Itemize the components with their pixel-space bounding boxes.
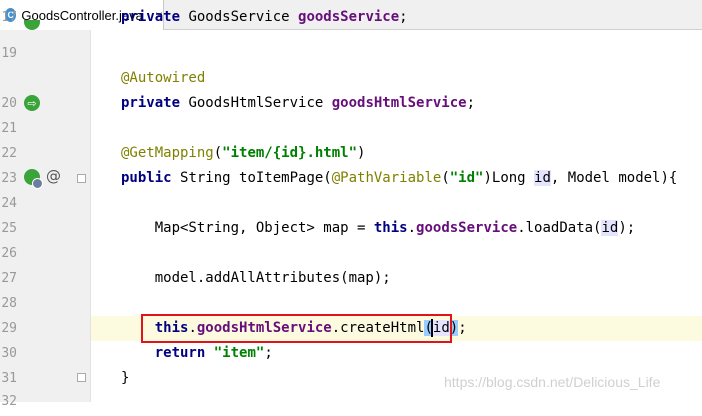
code-token: "item" bbox=[213, 345, 265, 361]
code-line[interactable]: 19 bbox=[0, 41, 702, 66]
code-token: private bbox=[121, 9, 189, 25]
code-token: ; bbox=[399, 9, 408, 25]
line-number: 31 bbox=[1, 371, 17, 386]
code-token: ); bbox=[618, 220, 636, 236]
code-token: public bbox=[121, 170, 181, 186]
line-number: 17 bbox=[1, 10, 17, 25]
line-number: 28 bbox=[1, 296, 17, 311]
code-token: return bbox=[154, 345, 214, 361]
code-token: "item/{id}.html" bbox=[222, 145, 358, 161]
code-text: return "item"; bbox=[121, 341, 273, 366]
code-token: ( bbox=[441, 170, 450, 186]
line-number: 26 bbox=[1, 246, 17, 261]
code-line[interactable]: 24 bbox=[0, 191, 702, 216]
code-line[interactable]: 23 public String toItemPage(@PathVariable… bbox=[0, 166, 702, 191]
line-number: 21 bbox=[1, 121, 17, 136]
code-text: @GetMapping("item/{id}.html") bbox=[121, 141, 365, 166]
code-token: , Model model){ bbox=[550, 170, 678, 186]
code-token: ; bbox=[264, 345, 273, 361]
code-line[interactable]: 20 private GoodsHtmlService goodsHtmlServ… bbox=[0, 91, 702, 116]
code-text: private GoodsService goodsService; bbox=[121, 5, 408, 30]
code-token: @PathVariable bbox=[331, 170, 442, 186]
line-number: 29 bbox=[1, 321, 17, 336]
code-token: ( bbox=[213, 145, 223, 161]
code-token: String toItemPage( bbox=[180, 170, 332, 186]
line-number: 22 bbox=[1, 146, 17, 161]
code-line[interactable]: 28 bbox=[0, 291, 702, 316]
code-line[interactable]: 21 bbox=[0, 116, 702, 141]
code-text: Map<String, Object> map = this.goodsServ… bbox=[121, 216, 635, 241]
fold-marker-icon[interactable] bbox=[77, 174, 86, 183]
implementation-icon[interactable]: ⇨ bbox=[24, 95, 40, 111]
code-token: id bbox=[534, 170, 551, 186]
code-text: private GoodsHtmlService goodsHtmlServic… bbox=[121, 91, 475, 116]
line-number: 24 bbox=[1, 196, 17, 211]
code-token: this bbox=[373, 220, 408, 236]
code-token: "id" bbox=[449, 170, 484, 186]
code-line[interactable]: @Autowired bbox=[0, 66, 702, 91]
code-token: Map<String, Object> map = bbox=[121, 220, 374, 236]
annotation-icon[interactable]: @ bbox=[46, 167, 61, 185]
code-token: } bbox=[121, 370, 130, 386]
code-line[interactable]: 22 @GetMapping("item/{id}.html") bbox=[0, 141, 702, 166]
fold-marker-icon[interactable] bbox=[77, 373, 86, 382]
code-line[interactable]: 25 Map<String, Object> map = this.goodsS… bbox=[0, 216, 702, 241]
code-token: @GetMapping bbox=[121, 145, 214, 161]
code-line[interactable]: 27 model.addAllAttributes(map); bbox=[0, 266, 702, 291]
code-text: public String toItemPage(@PathVariable("… bbox=[121, 166, 677, 191]
code-token: id bbox=[601, 220, 619, 236]
code-token: @Autowired bbox=[121, 70, 206, 86]
code-token: . bbox=[407, 220, 417, 236]
code-line[interactable]: 17 private GoodsService goodsService; bbox=[0, 9, 702, 40]
text-caret bbox=[431, 319, 433, 337]
code-token: ) bbox=[357, 145, 366, 161]
web-endpoint-icon[interactable] bbox=[32, 178, 43, 189]
code-token: GoodsService bbox=[188, 9, 299, 25]
code-line[interactable]: 26 bbox=[0, 241, 702, 266]
highlight-box bbox=[141, 314, 452, 343]
code-text: @Autowired bbox=[121, 66, 205, 91]
line-number: 19 bbox=[1, 46, 17, 61]
code-text: model.addAllAttributes(map); bbox=[121, 266, 391, 291]
line-number: 27 bbox=[1, 271, 17, 286]
line-number: 20 bbox=[1, 96, 17, 111]
code-token: ; bbox=[466, 95, 476, 111]
code-token: )Long bbox=[483, 170, 535, 186]
watermark: https://blog.csdn.net/Delicious_Life bbox=[444, 374, 661, 390]
code-token: ; bbox=[458, 320, 467, 336]
code-token: goodsService bbox=[416, 220, 518, 236]
code-text: } bbox=[121, 366, 129, 391]
line-number: 30 bbox=[1, 346, 17, 361]
code-token: goodsService bbox=[298, 9, 400, 25]
code-token: goodsHtmlService bbox=[331, 95, 467, 111]
line-number: 25 bbox=[1, 221, 17, 236]
code-token: private bbox=[121, 95, 189, 111]
line-number: 23 bbox=[1, 171, 17, 186]
code-line[interactable]: 30 return "item"; bbox=[0, 341, 702, 366]
code-token: .loadData( bbox=[517, 220, 602, 236]
code-token: GoodsHtmlService bbox=[188, 95, 332, 111]
code-token: model.addAllAttributes(map); bbox=[121, 270, 391, 286]
code-line[interactable]: 32 bbox=[0, 391, 702, 416]
